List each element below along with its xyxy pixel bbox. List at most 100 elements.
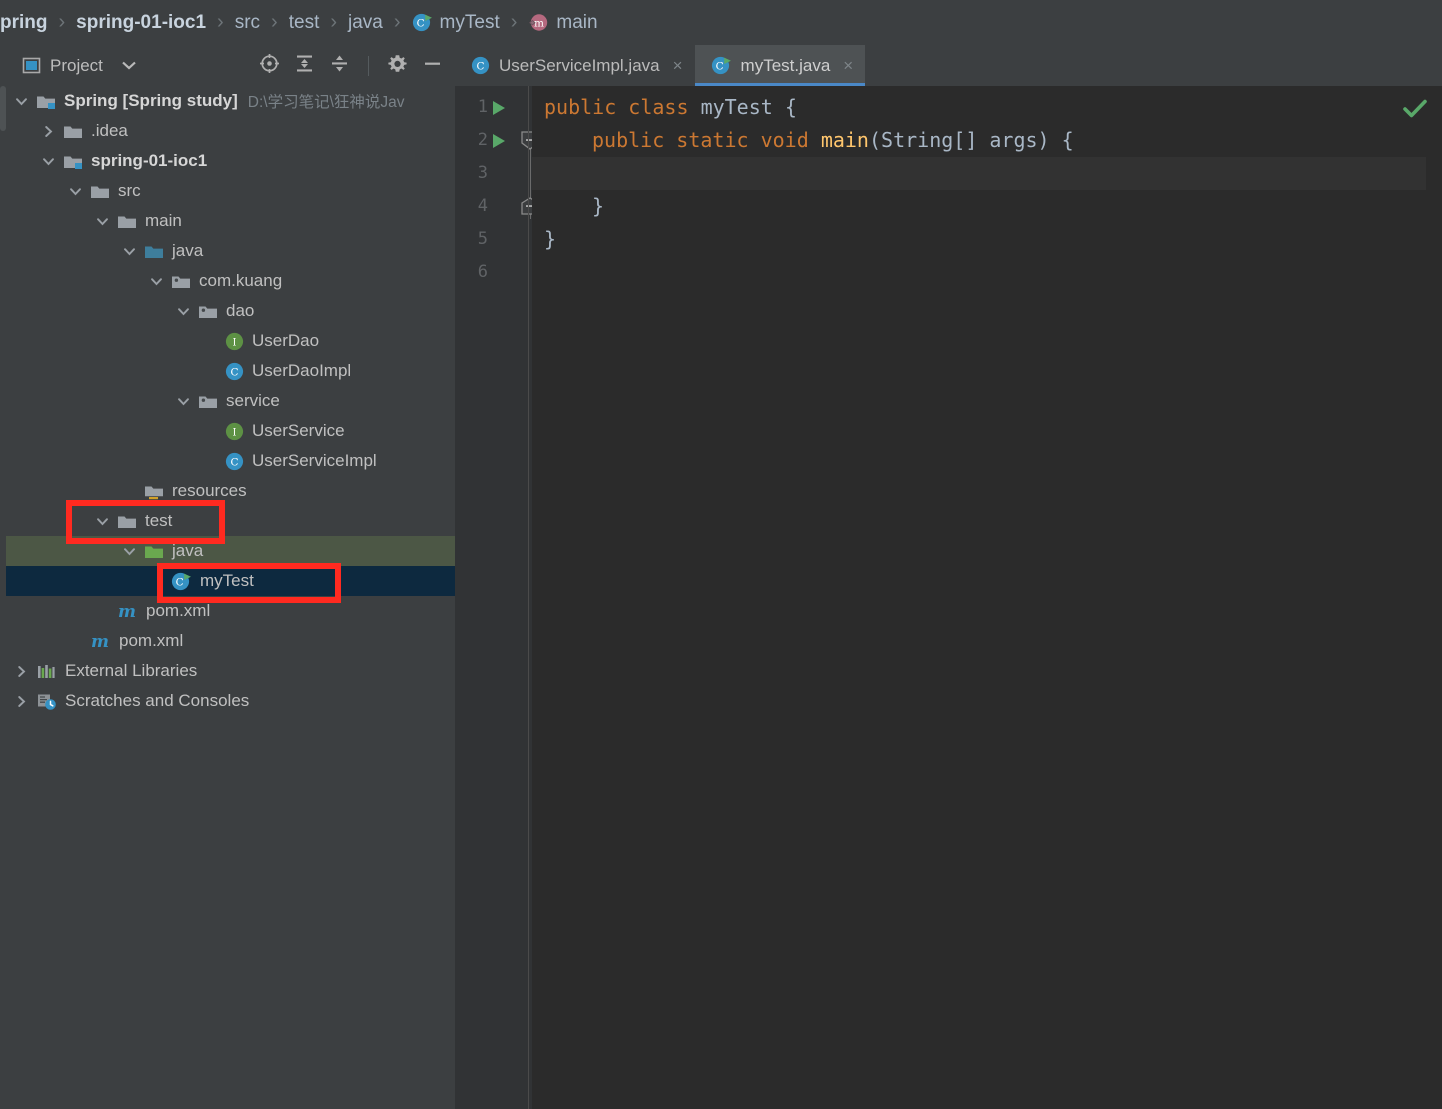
code-text-area[interactable]: public class myTest {public static void … [532, 86, 1442, 1109]
chevron-down-icon[interactable] [95, 514, 109, 528]
editor-marker-strip[interactable] [1426, 86, 1442, 1109]
breadcrumb-item-mytest[interactable]: CmyTest [412, 0, 500, 45]
chevron-right-icon[interactable] [41, 124, 55, 138]
tree-row-scratches-and-consoles[interactable]: Scratches and Consoles [6, 686, 455, 716]
tree-arrow-placeholder [203, 334, 217, 348]
settings-gear-icon[interactable] [387, 53, 408, 79]
code-line[interactable]: } [544, 223, 556, 256]
tree-arrow-placeholder [95, 604, 109, 618]
breadcrumb-separator: › [271, 11, 278, 33]
svg-text:C: C [176, 576, 184, 588]
tree-row-label: test [145, 511, 173, 530]
code-token-fn: main [820, 128, 869, 152]
editor-tab-mytest-java[interactable]: CmyTest.java × [694, 45, 866, 86]
tree-row-userdao[interactable]: I UserDao [6, 326, 455, 356]
breadcrumb-item-main[interactable]: m main [528, 0, 598, 45]
code-token-pl: } [544, 227, 557, 251]
editor-tab-label: UserServiceImpl.java [499, 55, 660, 75]
line-number: 2 [477, 130, 488, 150]
tree-row-label: UserServiceImpl [252, 451, 377, 470]
run-gutter-icon[interactable] [491, 100, 506, 121]
chevron-down-icon[interactable] [68, 184, 82, 198]
expand-all-icon[interactable] [294, 53, 315, 79]
tree-arrow-placeholder [203, 454, 217, 468]
tree-arrow-placeholder [203, 364, 217, 378]
tree-row-dao[interactable]: dao [6, 296, 455, 326]
editor-tab-strip: C UserServiceImpl.java × CmyTest.java × [455, 45, 1442, 86]
editor-gutter[interactable]: 1 2 3 4 5 6 [455, 86, 539, 1109]
chevron-down-icon[interactable] [14, 94, 28, 108]
breadcrumb-item-label: main [556, 11, 598, 33]
editor-tab-userserviceimpl-java[interactable]: C UserServiceImpl.java × [455, 45, 695, 86]
tree-row--idea[interactable]: .idea [6, 116, 455, 146]
project-view-selector[interactable]: Project [22, 56, 136, 76]
method-icon: m [528, 13, 549, 32]
tree-row-pom-xml[interactable]: m pom.xml [6, 596, 455, 626]
breadcrumb-item-label: test [288, 11, 320, 33]
idea-window: pring › spring-01-ioc1 › src › test › java › CmyTe… [0, 0, 1442, 1109]
chevron-down-icon[interactable] [122, 544, 136, 558]
code-editor[interactable]: 123456 public class myTest {public stati… [455, 86, 1442, 1109]
tree-row-pom-xml[interactable]: m pom.xml [6, 626, 455, 656]
tree-row-userdaoimpl[interactable]: C UserDaoImpl [6, 356, 455, 386]
breadcrumb-item-src[interactable]: src [235, 0, 260, 45]
breadcrumb: pring › spring-01-ioc1 › src › test › java › CmyTe… [0, 0, 1442, 45]
code-line[interactable]: } [544, 190, 604, 223]
tree-row-mytest[interactable]: CmyTest [6, 566, 455, 596]
code-line[interactable]: public class myTest { [544, 91, 797, 124]
tree-row-external-libraries[interactable]: External Libraries [6, 656, 455, 686]
tree-row-label: pom.xml [119, 631, 184, 650]
inspection-status-icon[interactable] [1402, 98, 1428, 125]
breadcrumb-item-label: src [234, 11, 261, 33]
tree-row-main[interactable]: main [6, 206, 455, 236]
tree-row-java[interactable]: java [6, 236, 455, 266]
breadcrumb-item-pring[interactable]: pring [0, 0, 48, 45]
tree-row-test[interactable]: test [6, 506, 455, 536]
project-view-label: Project [50, 55, 103, 75]
breadcrumb-item-java[interactable]: java [348, 0, 383, 45]
chevron-down-icon[interactable] [95, 214, 109, 228]
chevron-down-icon[interactable] [176, 304, 190, 318]
hide-icon[interactable] [422, 53, 443, 79]
tree-row-spring-spring-study-[interactable]: Spring [Spring study] D:\学习笔记\狂神说Jav [6, 86, 455, 116]
tree-row-com-kuang[interactable]: com.kuang [6, 266, 455, 296]
chevron-down-icon[interactable] [149, 274, 163, 288]
select-opened-file-icon[interactable] [259, 53, 280, 79]
breadcrumb-separator: › [58, 11, 66, 33]
project-tree[interactable]: Spring [Spring study] D:\学习笔记\狂神说Jav .idea… [0, 86, 455, 1109]
package-icon [171, 273, 191, 290]
chevron-down-icon[interactable] [122, 244, 136, 258]
project-module-folder-icon [36, 93, 56, 110]
close-icon[interactable]: × [843, 57, 853, 74]
svg-text:C: C [715, 60, 723, 72]
tree-row-resources[interactable]: resources [6, 476, 455, 506]
collapse-all-icon[interactable] [329, 53, 350, 79]
java-class-icon: C [471, 56, 490, 75]
code-line[interactable]: public static void main(String[] args) { [544, 124, 1074, 157]
chevron-right-icon[interactable] [14, 664, 28, 678]
project-module-folder-icon [63, 153, 83, 170]
svg-text:m: m [118, 602, 136, 621]
svg-text:m: m [534, 17, 544, 29]
close-icon[interactable]: × [673, 57, 683, 74]
breadcrumb-separator: › [510, 11, 518, 33]
chevron-down-icon[interactable] [176, 394, 190, 408]
breadcrumb-item-label: myTest [439, 11, 500, 33]
chevron-down-icon[interactable] [122, 57, 136, 75]
tree-row-src[interactable]: src [6, 176, 455, 206]
breadcrumb-item-test[interactable]: test [289, 0, 320, 45]
gutter-divider [528, 86, 529, 1109]
resources-root-folder-icon [144, 483, 164, 500]
tree-row-spring-01-ioc1[interactable]: spring-01-ioc1 [6, 146, 455, 176]
tree-row-userservice[interactable]: I UserService [6, 416, 455, 446]
external-libraries-icon [36, 662, 57, 681]
tree-row-java[interactable]: java [6, 536, 455, 566]
chevron-right-icon[interactable] [14, 694, 28, 708]
breadcrumb-item-spring-01-ioc1[interactable]: spring-01-ioc1 [76, 0, 206, 45]
run-gutter-icon[interactable] [491, 133, 506, 154]
tree-row-service[interactable]: service [6, 386, 455, 416]
tree-row-userserviceimpl[interactable]: C UserServiceImpl [6, 446, 455, 476]
chevron-down-icon[interactable] [41, 154, 55, 168]
code-token-kw: public [592, 128, 665, 152]
